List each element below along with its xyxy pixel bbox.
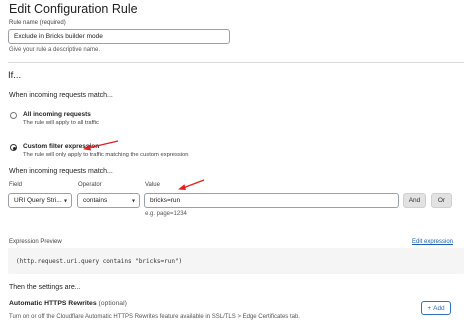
rule-name-input[interactable]: Exclude in Bricks builder mode	[8, 29, 230, 44]
then-heading: Then the settings are...	[9, 284, 81, 291]
value-input-value: bricks=run	[150, 197, 181, 204]
option-all-title: All incoming requests	[23, 111, 91, 118]
chevron-down-icon: ▾	[63, 198, 67, 204]
setting-title: Automatic HTTPS Rewrites	[9, 300, 97, 307]
expression-code-text: (http.request.uri.query contains "bricks…	[16, 257, 183, 265]
setting-description: Turn on or off the Cloudflare Automatic …	[9, 314, 300, 320]
radio-all-requests[interactable]	[10, 112, 17, 119]
annotation-arrow-icon	[178, 179, 205, 190]
option-custom-filter[interactable]: Custom filter expression The rule will o…	[10, 143, 260, 163]
rule-name-helper: Give your rule a descriptive name.	[9, 47, 101, 53]
field-label: Field	[9, 182, 23, 188]
add-setting-button[interactable]: + Add	[421, 301, 451, 315]
annotation-arrow-icon	[83, 140, 119, 151]
option-all-requests[interactable]: All incoming requests The rule will appl…	[10, 111, 160, 131]
radio-custom-filter[interactable]	[10, 144, 17, 151]
divider	[8, 62, 464, 63]
and-button[interactable]: And	[403, 193, 426, 208]
match-heading: When incoming requests match...	[9, 92, 113, 99]
field-select-value: URI Query Stri...	[14, 197, 62, 204]
field-select[interactable]: URI Query Stri... ▾	[8, 193, 72, 208]
expression-code: (http.request.uri.query contains "bricks…	[8, 248, 464, 274]
edit-expression-link[interactable]: Edit expression	[412, 239, 453, 245]
or-button[interactable]: Or	[431, 193, 452, 208]
filter-heading: When incoming requests match...	[9, 168, 113, 175]
operator-label: Operator	[78, 182, 102, 188]
option-custom-desc: The rule will only apply to traffic matc…	[23, 152, 189, 158]
setting-title-row: Automatic HTTPS Rewrites (optional)	[9, 300, 127, 307]
plus-icon: +	[427, 304, 432, 312]
operator-select-value: contains	[83, 197, 108, 204]
chevron-down-icon: ▾	[131, 198, 135, 204]
option-all-desc: The rule will apply to all traffic	[23, 120, 99, 126]
rule-name-value: Exclude in Bricks builder mode	[14, 33, 103, 40]
rule-name-label: Rule name (required)	[9, 20, 66, 26]
value-label: Value	[145, 182, 160, 188]
page-title: Edit Configuration Rule	[9, 2, 138, 16]
add-setting-label: Add	[433, 304, 445, 312]
if-heading: If...	[8, 70, 22, 81]
operator-select[interactable]: contains ▾	[77, 193, 140, 208]
value-input[interactable]: bricks=run	[144, 193, 399, 208]
setting-optional: (optional)	[98, 300, 127, 307]
value-hint: e.g. page=1234	[145, 211, 187, 217]
expression-preview-label: Expression Preview	[9, 239, 62, 245]
